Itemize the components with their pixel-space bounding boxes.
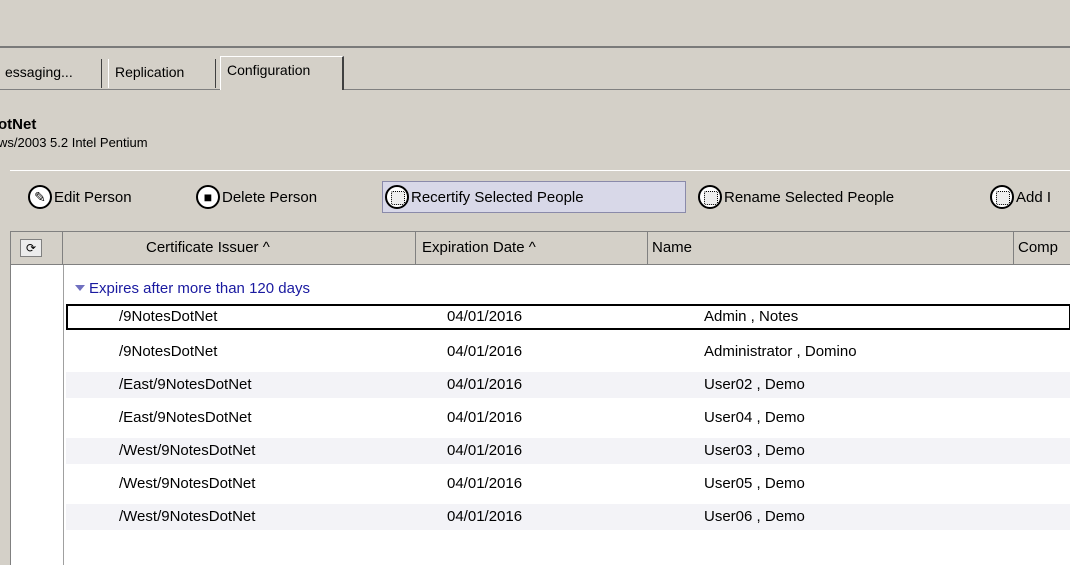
issuer-cell: /East/9NotesDotNet [119, 409, 252, 426]
name-cell: Administrator , Domino [704, 343, 857, 360]
edit-person-label: Edit Person [54, 188, 132, 206]
add-icon [990, 185, 1014, 209]
refresh-cell: ⟳ [11, 232, 63, 264]
server-title: otNet [0, 116, 37, 133]
rename-icon [698, 185, 722, 209]
server-header: otNet ws/2003 5.2 Intel Pentium [0, 90, 1070, 168]
column-name[interactable]: Name [648, 232, 1014, 264]
tab-strip: essaging... Replication Configuration [0, 50, 1070, 90]
issuer-cell: /West/9NotesDotNet [119, 475, 256, 492]
row-gutter [11, 265, 64, 565]
table-row[interactable]: /9NotesDotNet 04/01/2016 Admin , Notes [66, 304, 1070, 330]
tab-configuration[interactable]: Configuration [220, 56, 344, 90]
add-label: Add I [1016, 188, 1052, 206]
pencil-icon: ✎ [28, 185, 52, 209]
name-cell: User04 , Demo [704, 409, 805, 426]
expiration-cell: 04/01/2016 [447, 343, 523, 360]
issuer-cell: /9NotesDotNet [119, 308, 218, 325]
expand-triangle-icon[interactable] [75, 285, 85, 291]
delete-person-label: Delete Person [222, 188, 318, 206]
name-cell: User05 , Demo [704, 475, 805, 492]
issuer-cell: /East/9NotesDotNet [119, 376, 252, 393]
column-certificate-issuer[interactable]: Certificate Issuer ^ [64, 232, 416, 264]
server-subtitle: ws/2003 5.2 Intel Pentium [0, 135, 148, 150]
column-comp[interactable]: Comp [1014, 232, 1070, 264]
delete-person-button[interactable]: ■ Delete Person [194, 181, 321, 213]
tab-messaging[interactable]: essaging... [0, 59, 102, 88]
issuer-cell: /West/9NotesDotNet [119, 508, 256, 525]
issuer-cell: /West/9NotesDotNet [119, 442, 256, 459]
table-row[interactable]: /West/9NotesDotNet 04/01/2016 User05 , D… [66, 471, 1070, 497]
expiration-cell: 04/01/2016 [447, 442, 523, 459]
action-toolbar: ✎ Edit Person ■ Delete Person Recertify … [10, 170, 1070, 229]
name-cell: User02 , Demo [704, 376, 805, 393]
group-label: Expires after more than 120 days [89, 279, 310, 297]
trash-icon: ■ [196, 185, 220, 209]
refresh-icon[interactable]: ⟳ [20, 239, 42, 257]
name-cell: User06 , Demo [704, 508, 805, 525]
name-cell: Admin , Notes [704, 308, 799, 325]
table-row[interactable]: /West/9NotesDotNet 04/01/2016 User03 , D… [66, 438, 1070, 464]
group-expires-120[interactable]: Expires after more than 120 days [75, 276, 310, 300]
issuer-cell: /9NotesDotNet [119, 343, 218, 360]
tab-replication[interactable]: Replication [108, 59, 216, 88]
expiration-cell: 04/01/2016 [447, 475, 523, 492]
recertify-button[interactable]: Recertify Selected People [382, 181, 686, 213]
expiration-cell: 04/01/2016 [447, 508, 523, 525]
table-row[interactable]: /9NotesDotNet 04/01/2016 Administrator ,… [66, 339, 1070, 365]
table-row[interactable]: /West/9NotesDotNet 04/01/2016 User06 , D… [66, 504, 1070, 530]
expiration-cell: 04/01/2016 [447, 409, 523, 426]
recertify-icon [385, 185, 409, 209]
expiration-cell: 04/01/2016 [447, 308, 523, 325]
people-grid: ⟳ Certificate Issuer ^ Expiration Date ^… [10, 231, 1070, 565]
recertify-label: Recertify Selected People [411, 188, 584, 206]
column-expiration-date[interactable]: Expiration Date ^ [416, 232, 648, 264]
name-cell: User03 , Demo [704, 442, 805, 459]
expiration-cell: 04/01/2016 [447, 376, 523, 393]
rename-button[interactable]: Rename Selected People [696, 181, 898, 213]
add-button[interactable]: Add I [988, 181, 1055, 213]
window-top-bar [0, 0, 1070, 48]
table-row[interactable]: /East/9NotesDotNet 04/01/2016 User02 , D… [66, 372, 1070, 398]
rename-label: Rename Selected People [724, 188, 895, 206]
table-row[interactable]: /East/9NotesDotNet 04/01/2016 User04 , D… [66, 405, 1070, 431]
column-header-row: ⟳ Certificate Issuer ^ Expiration Date ^… [11, 232, 1070, 265]
edit-person-button[interactable]: ✎ Edit Person [26, 181, 136, 213]
